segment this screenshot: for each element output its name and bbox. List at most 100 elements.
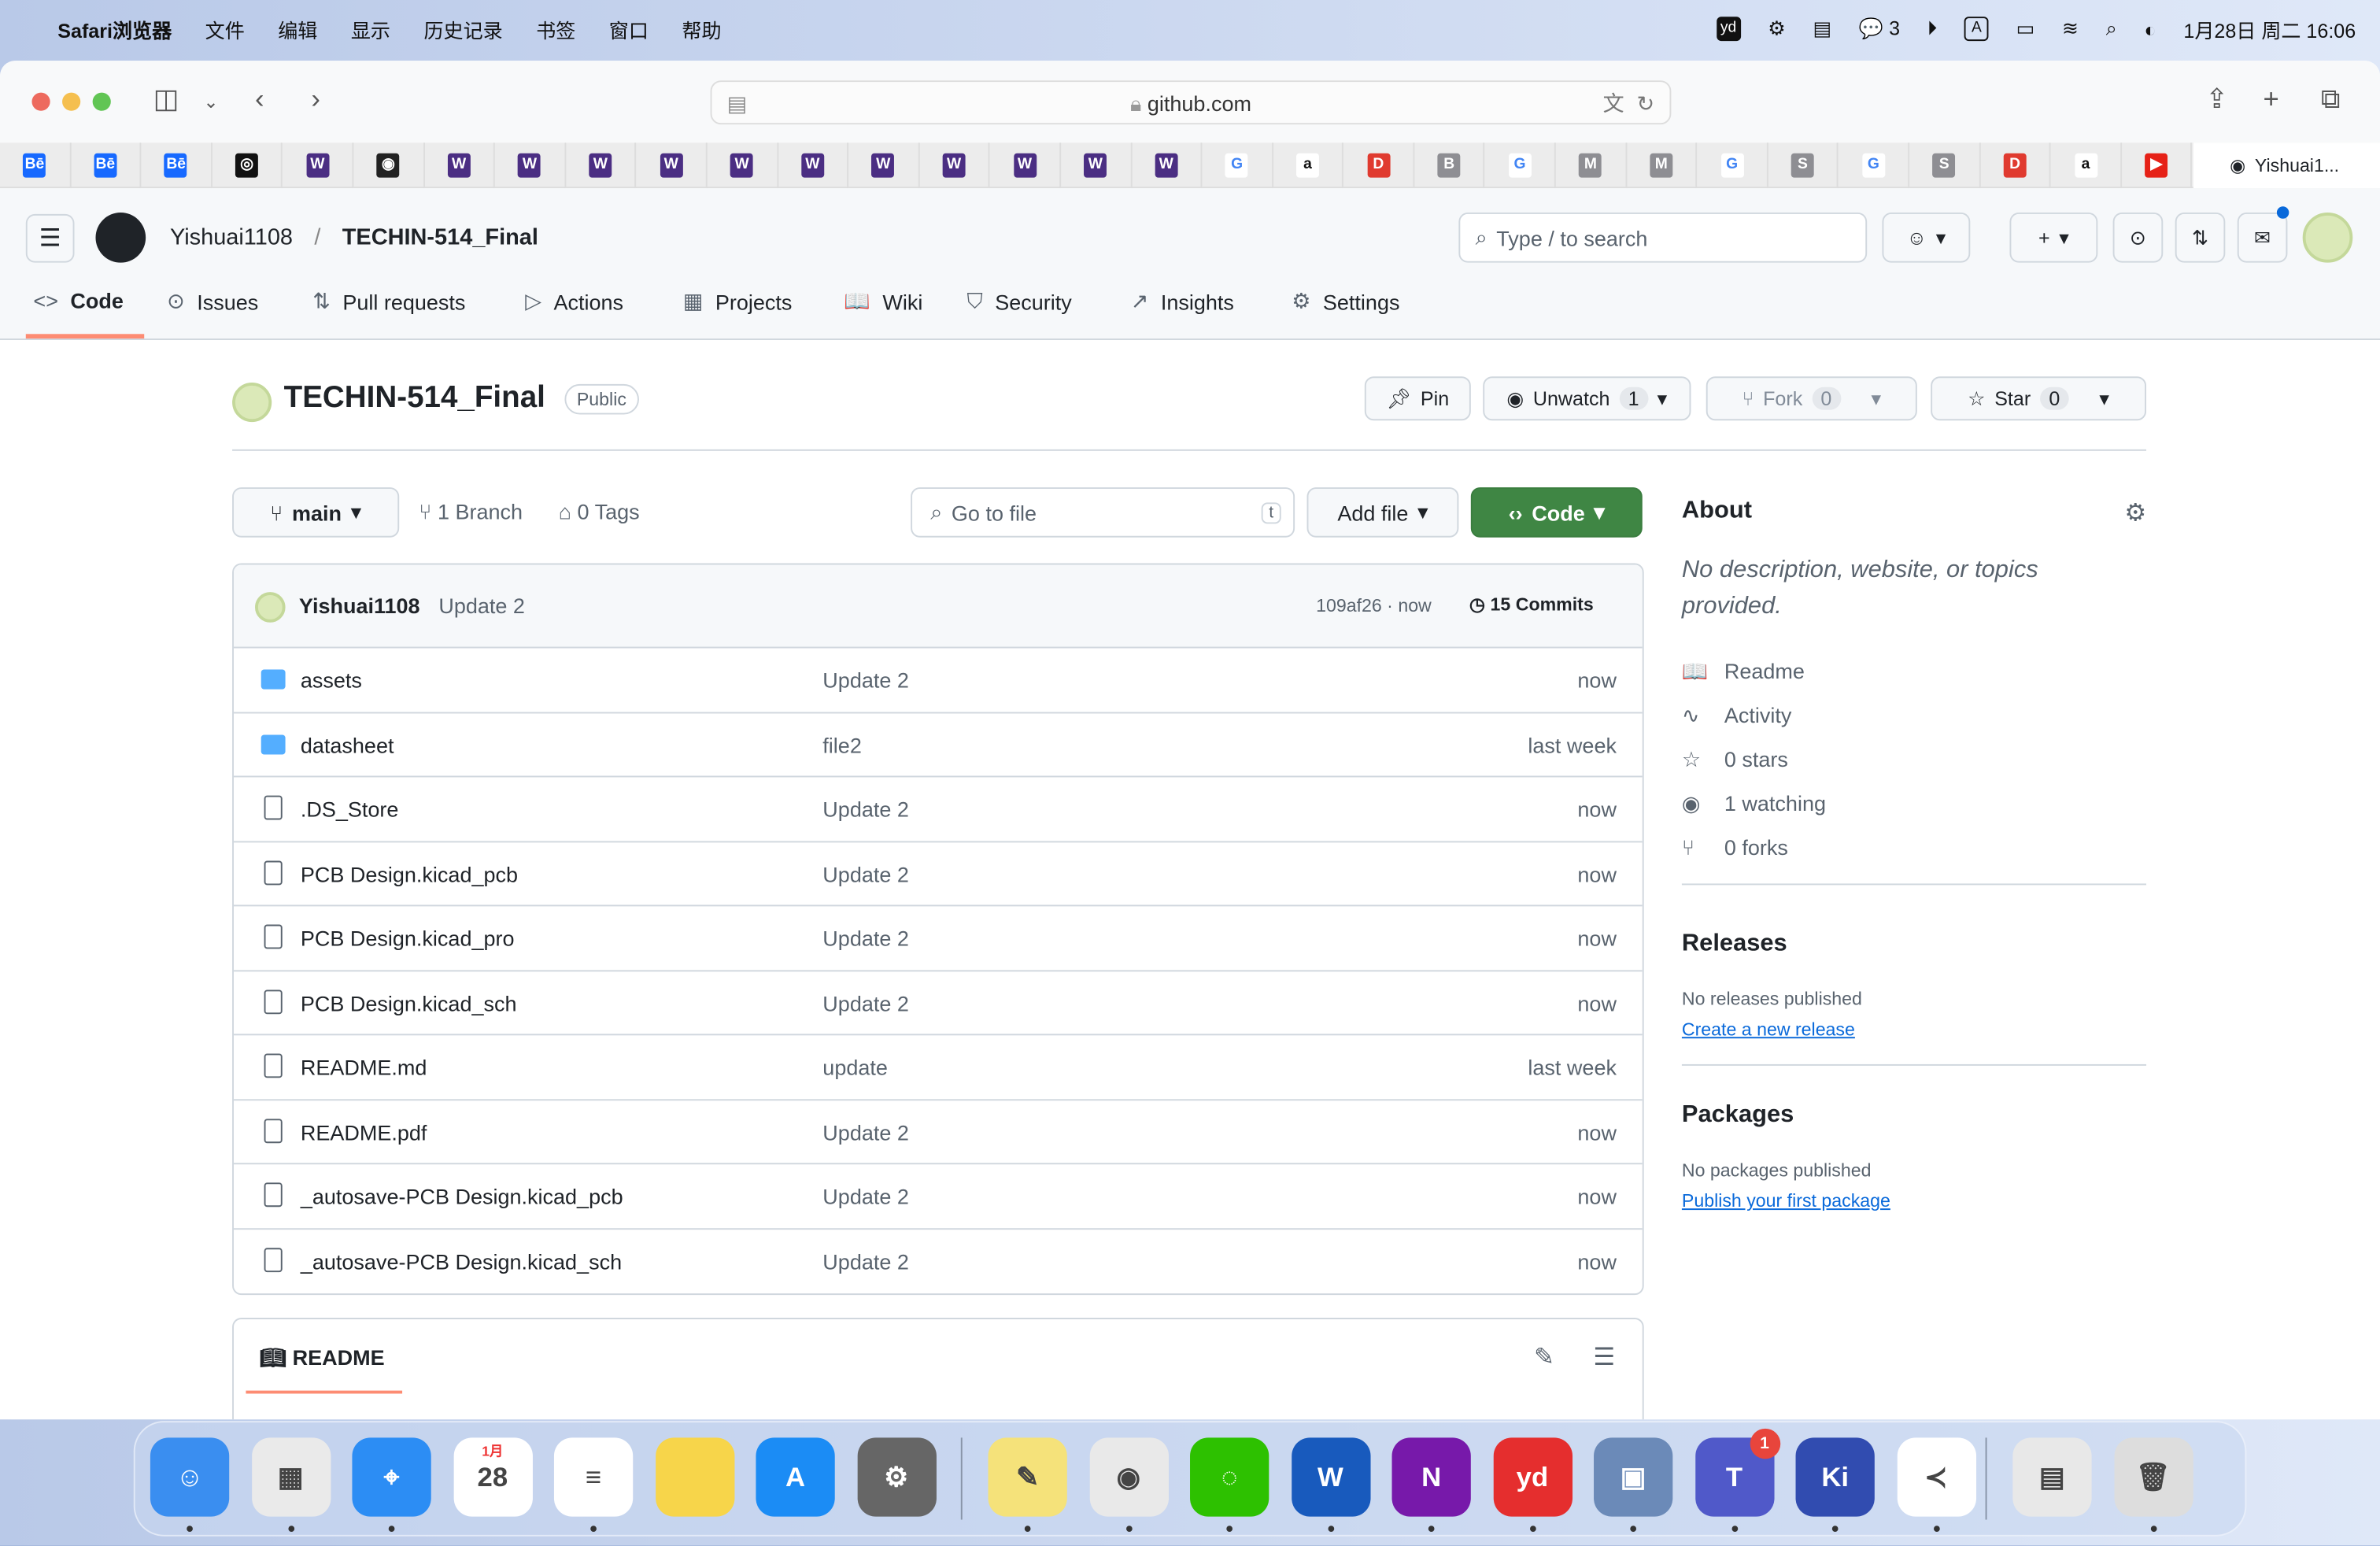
clock[interactable]: 1月28日 周二 16:06 — [2183, 14, 2356, 43]
commit-message-link[interactable]: Update 2 — [822, 926, 909, 950]
bookmark-item[interactable]: a — [1273, 142, 1344, 189]
dock-chrome[interactable]: ◉ — [1088, 1437, 1169, 1532]
zoom-window-button[interactable] — [92, 92, 111, 111]
translate-icon[interactable]: 文 — [1603, 82, 1624, 124]
star-button[interactable]: ☆ Star 0 ▾ — [1931, 376, 2147, 421]
bookmark-item[interactable]: S — [1909, 142, 1981, 189]
dock-reminders[interactable]: ≡ — [553, 1437, 634, 1532]
gear-icon[interactable]: ⚙ — [2124, 498, 2146, 529]
commit-message-link[interactable]: Update 2 — [822, 1248, 909, 1273]
tab-github[interactable]: ◉ Yishuai1... — [2193, 142, 2380, 189]
tab-code[interactable]: <> Code — [33, 288, 123, 313]
bookmark-item[interactable]: ◉ — [353, 142, 425, 189]
reload-icon[interactable]: ↻ — [1637, 82, 1655, 124]
branch-selector[interactable]: ⑂ main ▾ — [232, 487, 400, 538]
dock-system-settings[interactable]: ⚙ — [856, 1437, 936, 1517]
outline-icon[interactable]: ☰ — [1593, 1342, 1615, 1373]
address-bar[interactable]: ▤ 🔒︎ github.com 文 ↻ — [710, 80, 1672, 125]
dock-preview[interactable]: ▣ — [1594, 1437, 1673, 1532]
battery-icon[interactable]: ▭ — [2016, 17, 2035, 41]
spotlight-icon[interactable]: ⌕ — [2106, 17, 2117, 41]
hamburger-menu-button[interactable]: ☰ — [25, 213, 75, 263]
bookmark-item[interactable]: Bē — [0, 142, 71, 189]
youdao-status-icon[interactable]: yd — [1716, 17, 1741, 42]
owner-link[interactable]: Yishuai1108 — [170, 224, 293, 250]
bookmark-item[interactable]: a — [2051, 142, 2122, 189]
pin-button[interactable]: 📌︎ Pin — [1364, 376, 1471, 421]
inbox-button[interactable]: ✉ — [2237, 213, 2288, 263]
dock-kicad[interactable]: Ki — [1795, 1437, 1875, 1532]
readme-tab[interactable]: 📖︎ README — [260, 1345, 385, 1371]
file-name-link[interactable]: PCB Design.kicad_sch — [301, 990, 517, 1015]
dock-app-store[interactable]: A — [756, 1437, 835, 1517]
bookmark-item[interactable]: D — [1343, 142, 1415, 189]
input-source[interactable]: A — [1964, 17, 1989, 42]
bookmark-item[interactable]: W — [1061, 142, 1132, 189]
commit-message-link[interactable]: update — [822, 1055, 888, 1079]
tab-pull-requests[interactable]: ⇅ Pull requests — [312, 288, 465, 314]
menu-file[interactable]: 文件 — [205, 14, 245, 43]
bookmark-item[interactable]: W — [1132, 142, 1203, 189]
commit-message-link[interactable]: file2 — [822, 733, 862, 757]
back-icon[interactable]: ‹ — [255, 83, 264, 116]
tab-security[interactable]: ⛉ Security — [967, 288, 1072, 314]
about-link-stars[interactable]: ☆ 0 stars — [1682, 747, 2146, 773]
code-button[interactable]: ‹› Code ▾ — [1470, 487, 1643, 538]
bookmark-item[interactable]: M — [1556, 142, 1627, 189]
packages-title[interactable]: Packages — [1682, 1102, 2146, 1130]
wechat-work-status-icon[interactable]: ⚙ — [1768, 17, 1785, 41]
new-tab-icon[interactable]: + — [2264, 83, 2279, 116]
bookmark-item[interactable]: W — [778, 142, 849, 189]
dock-trash[interactable]: 🗑 — [2113, 1437, 2193, 1532]
tab-projects[interactable]: ▦ Projects — [683, 288, 792, 314]
dock-youdao[interactable]: yd — [1492, 1437, 1572, 1532]
github-logo-icon[interactable] — [95, 213, 146, 263]
app-menu[interactable]: Safari浏览器 — [57, 14, 172, 43]
play-status-icon[interactable]: ⏵ — [1927, 17, 1938, 41]
dock-vscode[interactable]: ≺ — [1896, 1437, 1976, 1532]
about-link-watching[interactable]: ◉ 1 watching — [1682, 791, 2146, 817]
bookmark-item[interactable]: W — [919, 142, 991, 189]
publish-package-link[interactable]: Publish your first package — [1682, 1190, 1890, 1211]
bookmark-item[interactable]: G — [1203, 142, 1273, 189]
file-name-link[interactable]: _autosave-PCB Design.kicad_sch — [301, 1248, 622, 1273]
file-name-link[interactable]: README.md — [301, 1055, 427, 1079]
unwatch-button[interactable]: ◉ Unwatch 1 ▾ — [1483, 376, 1691, 421]
commit-message-link[interactable]: Update 2 — [822, 990, 909, 1015]
bookmark-item[interactable]: W — [283, 142, 354, 189]
create-new-button[interactable]: + ▾ — [2009, 213, 2098, 263]
releases-title[interactable]: Releases — [1682, 930, 2146, 958]
bookmark-item[interactable]: W — [566, 142, 637, 189]
tags-link[interactable]: ⌂ 0 Tags — [559, 500, 640, 524]
edit-icon[interactable]: ✎ — [1534, 1342, 1554, 1373]
bookmark-item[interactable]: M — [1627, 142, 1698, 189]
file-name-link[interactable]: datasheet — [301, 733, 394, 757]
bookmark-item[interactable]: W — [424, 142, 496, 189]
dock-calendar[interactable]: 1月 28 — [453, 1437, 532, 1517]
minimize-window-button[interactable] — [62, 92, 81, 111]
dock-stickies[interactable]: ✎ — [988, 1437, 1067, 1532]
commit-message-link[interactable]: Update 2 — [822, 861, 909, 886]
menu-help[interactable]: 帮助 — [682, 14, 721, 43]
wechat-status[interactable]: 💬 3 — [1859, 17, 1900, 41]
file-name-link[interactable]: assets — [301, 668, 362, 693]
go-to-file-input[interactable]: ⌕ Go to file t — [911, 487, 1295, 538]
tab-overview-icon[interactable]: ⧉ — [2321, 83, 2341, 116]
bookmark-item[interactable]: D — [1980, 142, 2051, 189]
tab-insights[interactable]: ↗ Insights — [1131, 288, 1234, 314]
pull-requests-button[interactable]: ⇅ — [2175, 213, 2226, 263]
commits-link[interactable]: ◷ 15 Commits — [1469, 594, 1594, 615]
bookmark-item[interactable]: G — [1839, 142, 1910, 189]
tab-settings[interactable]: ⚙ Settings — [1292, 288, 1399, 314]
tab-issues[interactable]: ⊙ Issues — [167, 288, 258, 314]
menu-bookmarks[interactable]: 书签 — [536, 14, 575, 43]
dock-onenote[interactable]: N — [1391, 1437, 1471, 1532]
bookmark-item[interactable]: ▶ — [2122, 142, 2193, 189]
menu-view[interactable]: 显示 — [351, 14, 390, 43]
file-name-link[interactable]: PCB Design.kicad_pro — [301, 926, 515, 950]
bookmark-item[interactable]: W — [708, 142, 778, 189]
file-name-link[interactable]: _autosave-PCB Design.kicad_pcb — [301, 1184, 623, 1208]
wifi-icon[interactable]: ≋ — [2062, 17, 2079, 41]
search-input[interactable]: ⌕ Type / to search — [1458, 213, 1868, 263]
create-release-link[interactable]: Create a new release — [1682, 1019, 1855, 1040]
